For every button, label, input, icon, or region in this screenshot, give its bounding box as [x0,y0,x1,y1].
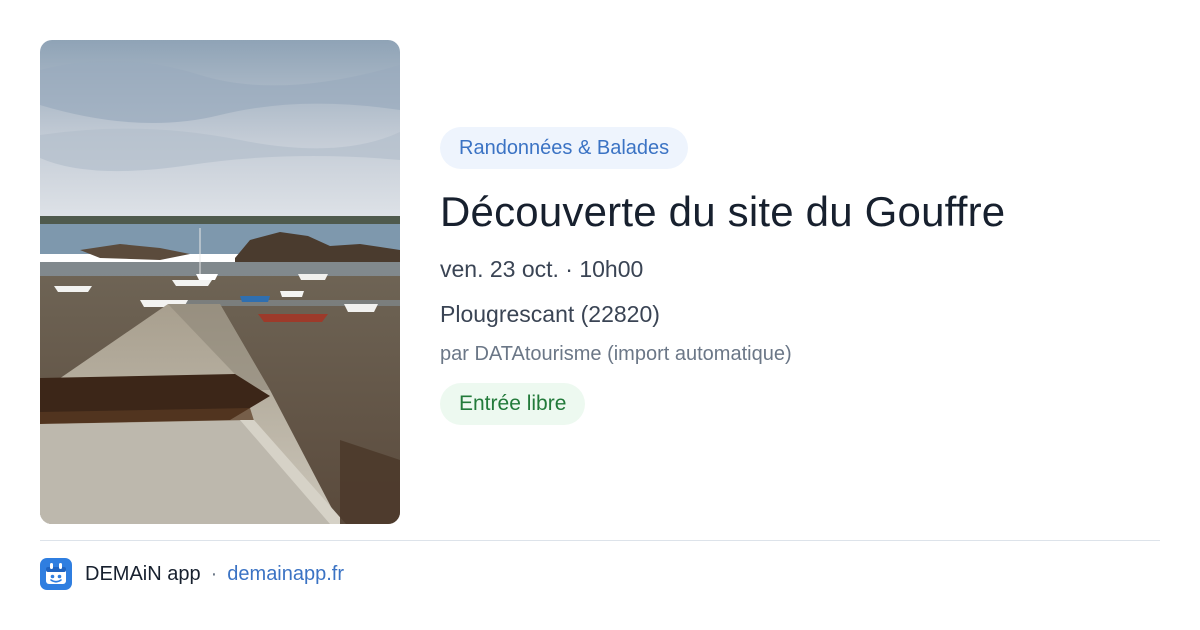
event-title[interactable]: Découverte du site du Gouffre [440,186,1160,238]
event-organizer: par DATAtourisme (import automatique) [440,343,792,365]
event-datetime: ven. 23 oct. · 10h00 [440,256,644,282]
demain-app-icon [40,558,72,590]
price-badge: Entrée libre [440,383,586,425]
app-url-link[interactable]: demainapp.fr [227,563,344,586]
event-location: Plougrescant (22820) [440,301,660,327]
category-badge[interactable]: Randonnées & Balades [440,127,689,169]
footer-separator: · [210,562,218,585]
footer-divider [40,540,1160,541]
event-photo [40,40,400,524]
app-name: DEMAiN app [85,562,201,585]
event-share-card: Randonnées & Balades Découverte du site … [0,0,1200,630]
footer: DEMAiN app · demainapp.fr [40,557,344,591]
event-info: Randonnées & Balades Découverte du site … [440,127,1160,425]
